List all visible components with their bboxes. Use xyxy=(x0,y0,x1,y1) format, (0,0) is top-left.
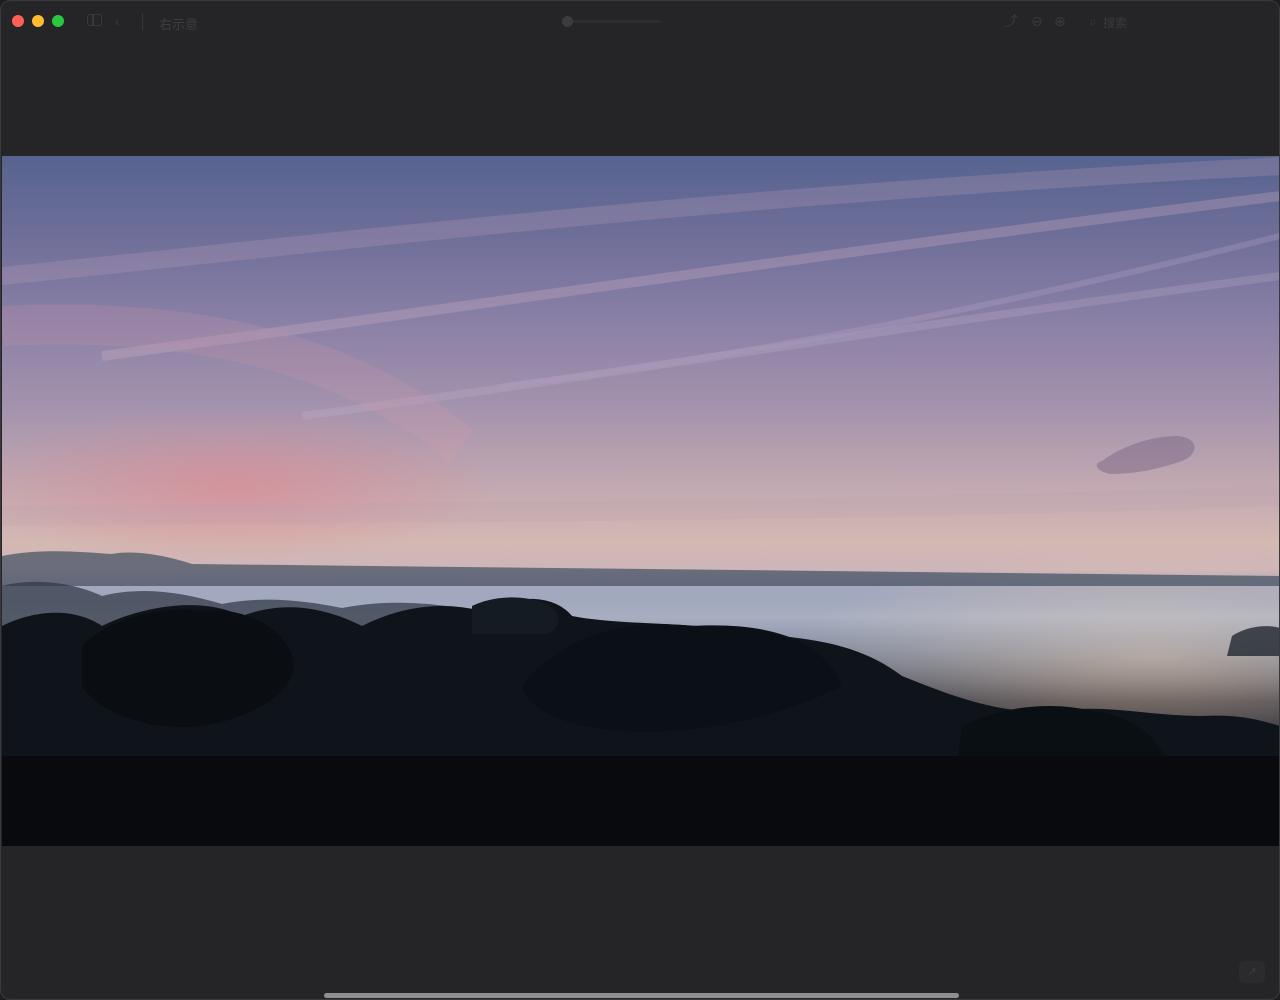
playback-progress-track[interactable] xyxy=(566,20,661,23)
chevron-left-icon[interactable]: ‹ xyxy=(115,13,120,29)
video-frame[interactable] xyxy=(2,156,1279,846)
zoom-window-button[interactable] xyxy=(52,15,64,27)
zoom-in-icon[interactable]: ⊕ xyxy=(1054,13,1066,29)
search-icon[interactable]: ⌕ xyxy=(1089,13,1097,29)
window-title: 右示意 xyxy=(159,17,199,32)
horizontal-scrollbar[interactable] xyxy=(324,993,959,998)
share-icon[interactable]: ⤴ xyxy=(1004,13,1018,29)
forest-silhouette xyxy=(2,551,1279,846)
close-window-button[interactable] xyxy=(12,15,24,27)
playback-progress-knob[interactable] xyxy=(562,16,574,27)
zoom-out-icon[interactable]: ⊖ xyxy=(1031,13,1043,29)
chevron-right-icon[interactable]: │ xyxy=(139,13,148,29)
sidebar-toggle-icon[interactable] xyxy=(87,14,102,26)
minimize-window-button[interactable] xyxy=(32,15,44,27)
expand-icon[interactable]: ↗ xyxy=(1239,961,1265,983)
search-field[interactable]: 搜索 xyxy=(1103,14,1127,31)
app-window: ‹ │ 右示意 ⤴ ⊖ ⊕ ⌕ 搜索 ↗ xyxy=(0,0,1280,1000)
toolbar: ‹ │ 右示意 ⤴ ⊖ ⊕ ⌕ 搜索 xyxy=(1,1,1279,41)
